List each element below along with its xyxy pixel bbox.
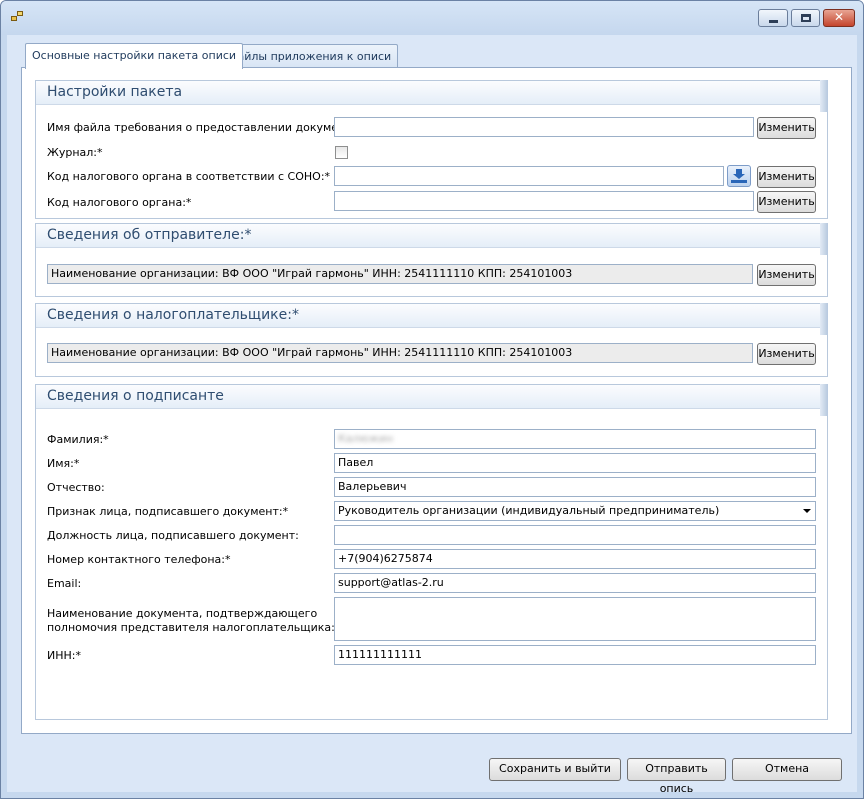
request-file-input[interactable] bbox=[334, 117, 754, 137]
download-button[interactable] bbox=[727, 165, 751, 187]
cancel-button[interactable]: Отмена bbox=[732, 758, 842, 781]
section-sender-title: Сведения об отправителе:* bbox=[47, 227, 252, 243]
taxpayer-change-button[interactable]: Изменить bbox=[757, 343, 816, 365]
section-sender-bar bbox=[820, 223, 828, 255]
section-signer-bar bbox=[820, 384, 828, 416]
phone-label: Номер контактного телефона:* bbox=[47, 553, 231, 566]
tab-main-settings-label: Основные настройки пакета описи bbox=[32, 49, 237, 62]
section-package-bar bbox=[820, 80, 828, 112]
section-signer: Сведения о подписанте Фамилия:* Калюжин … bbox=[35, 384, 828, 720]
journal-label: Журнал:* bbox=[47, 146, 103, 159]
request-file-label: Имя файла требования о предоставлении до… bbox=[47, 121, 369, 134]
app-icon bbox=[11, 11, 25, 23]
phone-input[interactable]: +7(904)6275874 bbox=[334, 549, 816, 569]
authority-doc-label-line2: полномочия представителя налогоплательщи… bbox=[47, 621, 335, 634]
title-bar: ✕ bbox=[1, 1, 863, 35]
position-input[interactable] bbox=[334, 525, 816, 545]
tax-code-sono-input[interactable] bbox=[334, 166, 724, 186]
download-icon bbox=[731, 169, 747, 183]
send-button[interactable]: Отправить опись bbox=[627, 758, 726, 795]
section-signer-header: Сведения о подписанте bbox=[36, 385, 827, 409]
taxpayer-info-field: Наименование организации: ВФ ООО "Играй … bbox=[47, 343, 753, 363]
sign-type-label: Признак лица, подписавшего документ:* bbox=[47, 505, 289, 518]
sender-change-button[interactable]: Изменить bbox=[757, 264, 816, 286]
sender-info-field: Наименование организации: ВФ ООО "Играй … bbox=[47, 264, 753, 284]
section-sender: Сведения об отправителе:* Наименование о… bbox=[35, 223, 828, 297]
inn-label: ИНН:* bbox=[47, 649, 81, 662]
inn-input[interactable]: 111111111111 bbox=[334, 645, 816, 665]
chevron-down-icon bbox=[803, 509, 811, 513]
section-signer-title: Сведения о подписанте bbox=[47, 388, 224, 404]
patronymic-label: Отчество: bbox=[47, 481, 105, 494]
sign-type-value: Руководитель организации (индивидуальный… bbox=[338, 504, 720, 517]
journal-checkbox[interactable] bbox=[335, 146, 348, 159]
lastname-value: Калюжин bbox=[338, 432, 394, 445]
patronymic-input[interactable]: Валерьевич bbox=[334, 477, 816, 497]
position-label: Должность лица, подписавшего документ: bbox=[47, 529, 299, 542]
tab-main-settings[interactable]: Основные настройки пакета описи bbox=[25, 43, 244, 69]
section-taxpayer-header: Сведения о налогоплательщике:* bbox=[36, 304, 827, 328]
tax-code-change-button[interactable]: Изменить bbox=[757, 191, 816, 213]
minimize-button[interactable] bbox=[758, 9, 788, 27]
authority-doc-input[interactable] bbox=[334, 597, 816, 641]
maximize-button[interactable] bbox=[791, 9, 820, 27]
tax-code-sono-label: Код налогового органа в соответствии с С… bbox=[47, 170, 331, 183]
tab-attachments[interactable]: Файлы приложения к описи bbox=[221, 44, 399, 68]
tax-code-input[interactable] bbox=[334, 191, 754, 211]
close-icon: ✕ bbox=[833, 10, 845, 24]
section-taxpayer-title: Сведения о налогоплательщике:* bbox=[47, 307, 299, 323]
authority-doc-label-line1: Наименование документа, подтверждающего bbox=[47, 607, 318, 620]
email-input[interactable]: support@atlas-2.ru bbox=[334, 573, 816, 593]
maximize-icon bbox=[800, 14, 811, 22]
section-sender-header: Сведения об отправителе:* bbox=[36, 224, 827, 248]
section-package-title: Настройки пакета bbox=[47, 84, 183, 100]
section-taxpayer: Сведения о налогоплательщике:* Наименова… bbox=[35, 303, 828, 377]
tax-code-sono-change-button[interactable]: Изменить bbox=[757, 166, 816, 188]
close-button[interactable]: ✕ bbox=[823, 9, 855, 27]
email-label: Email: bbox=[47, 577, 82, 590]
request-file-change-button[interactable]: Изменить bbox=[757, 117, 816, 139]
firstname-label: Имя:* bbox=[47, 457, 80, 470]
firstname-input[interactable]: Павел bbox=[334, 453, 816, 473]
client-area: Основные настройки пакета описи Файлы пр… bbox=[7, 35, 857, 795]
lastname-label: Фамилия:* bbox=[47, 433, 109, 446]
minimize-icon bbox=[768, 20, 778, 23]
section-package-header: Настройки пакета bbox=[36, 81, 827, 105]
save-exit-button[interactable]: Сохранить и выйти bbox=[489, 758, 621, 781]
section-package: Настройки пакета Имя файла требования о … bbox=[35, 80, 828, 219]
sign-type-select[interactable]: Руководитель организации (индивидуальный… bbox=[334, 501, 816, 521]
section-taxpayer-bar bbox=[820, 303, 828, 335]
main-window: ✕ Основные настройки пакета описи Файлы … bbox=[0, 0, 864, 799]
lastname-input[interactable]: Калюжин bbox=[334, 429, 816, 449]
tax-code-label: Код налогового органа:* bbox=[47, 196, 192, 209]
tab-attachments-label: Файлы приложения к описи bbox=[228, 50, 392, 63]
tab-page-main: Настройки пакета Имя файла требования о … bbox=[21, 67, 852, 734]
